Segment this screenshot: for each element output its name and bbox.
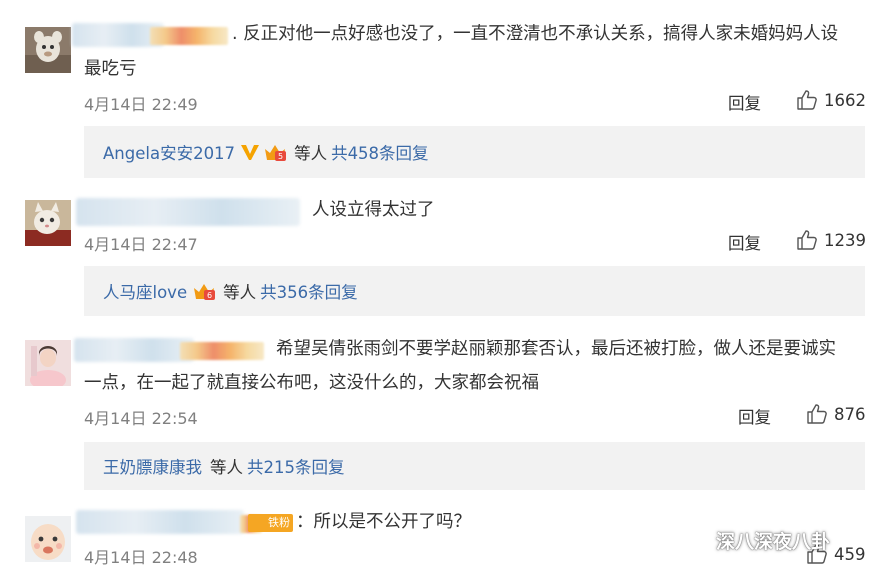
svg-text:5: 5 <box>278 152 283 161</box>
verified-v-icon <box>241 145 260 160</box>
reply-count[interactable]: 共215条回复 <box>247 454 345 478</box>
watermark: 深八深夜八卦 <box>680 527 830 554</box>
username-blurred[interactable] <box>76 198 300 226</box>
comment-text-line2: 一点，在一起了就直接公布吧，这没什么的，大家都会祝福 <box>84 373 539 393</box>
like-count: 1239 <box>824 230 866 250</box>
watermark-text: 深八深夜八卦 <box>716 531 831 553</box>
avatar[interactable] <box>25 516 71 562</box>
reply-button[interactable]: 回复 <box>728 90 761 114</box>
reply-summary[interactable]: Angela安安2017 5 等人 共458条回复 <box>84 126 865 178</box>
like-button[interactable]: 1662 <box>796 89 866 111</box>
comment-item: 希望吴倩张雨剑不要学赵丽颖那套否认，最后还被打脸，做人还是要诚实 一点，在一起了… <box>0 320 871 500</box>
reply-user[interactable]: 王奶膘康康我 <box>103 454 202 478</box>
reply-count[interactable]: 共356条回复 <box>260 279 358 303</box>
thumbs-up-icon <box>797 90 817 110</box>
reply-button[interactable]: 回复 <box>738 404 771 428</box>
reply-button[interactable]: 回复 <box>728 230 761 254</box>
reply-summary[interactable]: 王奶膘康康我 等人 共215条回复 <box>84 442 865 490</box>
comment-item: 人设立得太过了 4月14日 22:47 回复 1239 人马座love 6 等人… <box>0 190 871 320</box>
thumbs-up-icon <box>807 404 827 424</box>
comment-text-line2: 最吃亏 <box>84 59 137 79</box>
like-button[interactable]: 1239 <box>796 229 866 251</box>
user-badges-blurred <box>150 27 228 45</box>
comment-text: 人设立得太过了 <box>312 200 435 220</box>
comment-text: ：所以是不公开了吗？ <box>296 512 471 532</box>
fan-badge: 铁粉 <box>248 514 293 532</box>
comment-time: 4月14日 22:54 <box>84 409 198 428</box>
username-blurred[interactable] <box>74 338 194 362</box>
reply-user[interactable]: Angela安安2017 <box>103 140 235 164</box>
reply-summary[interactable]: 人马座love 6 等人 共356条回复 <box>84 266 865 316</box>
like-count: 876 <box>834 404 866 424</box>
reply-count[interactable]: 共458条回复 <box>331 140 429 164</box>
comment-time: 4月14日 22:47 <box>84 235 198 254</box>
avatar[interactable] <box>25 200 71 246</box>
reply-middle: 等人 <box>223 283 257 302</box>
user-badges-blurred <box>180 342 264 360</box>
username-blurred[interactable] <box>76 510 244 534</box>
like-count: 1662 <box>824 90 866 110</box>
thumbs-up-icon <box>797 230 817 250</box>
comment-item: . 反正对他一点好感也没了，一直不澄清也不承认关系，搞得人家未婚妈妈人设 最吃亏… <box>0 0 871 190</box>
avatar[interactable] <box>25 340 71 386</box>
wechat-icon <box>680 529 709 552</box>
vip-crown-icon: 5 <box>265 145 287 161</box>
comment-text: 希望吴倩张雨剑不要学赵丽颖那套否认，最后还被打脸，做人还是要诚实 <box>276 339 836 359</box>
reply-middle: 等人 <box>210 458 243 477</box>
reply-middle: 等人 <box>294 144 328 163</box>
comment-text: . 反正对他一点好感也没了，一直不澄清也不承认关系，搞得人家未婚妈妈人设 <box>232 24 839 44</box>
comment-time: 4月14日 22:48 <box>84 548 198 567</box>
vip-crown-icon: 6 <box>194 284 216 300</box>
like-button[interactable]: 876 <box>806 403 866 425</box>
reply-user[interactable]: 人马座love <box>103 279 187 303</box>
fan-badge-label: 铁粉 <box>268 516 290 529</box>
like-count: 459 <box>834 544 866 564</box>
avatar[interactable] <box>25 27 71 73</box>
svg-text:6: 6 <box>207 291 212 300</box>
comment-time: 4月14日 22:49 <box>84 95 198 114</box>
